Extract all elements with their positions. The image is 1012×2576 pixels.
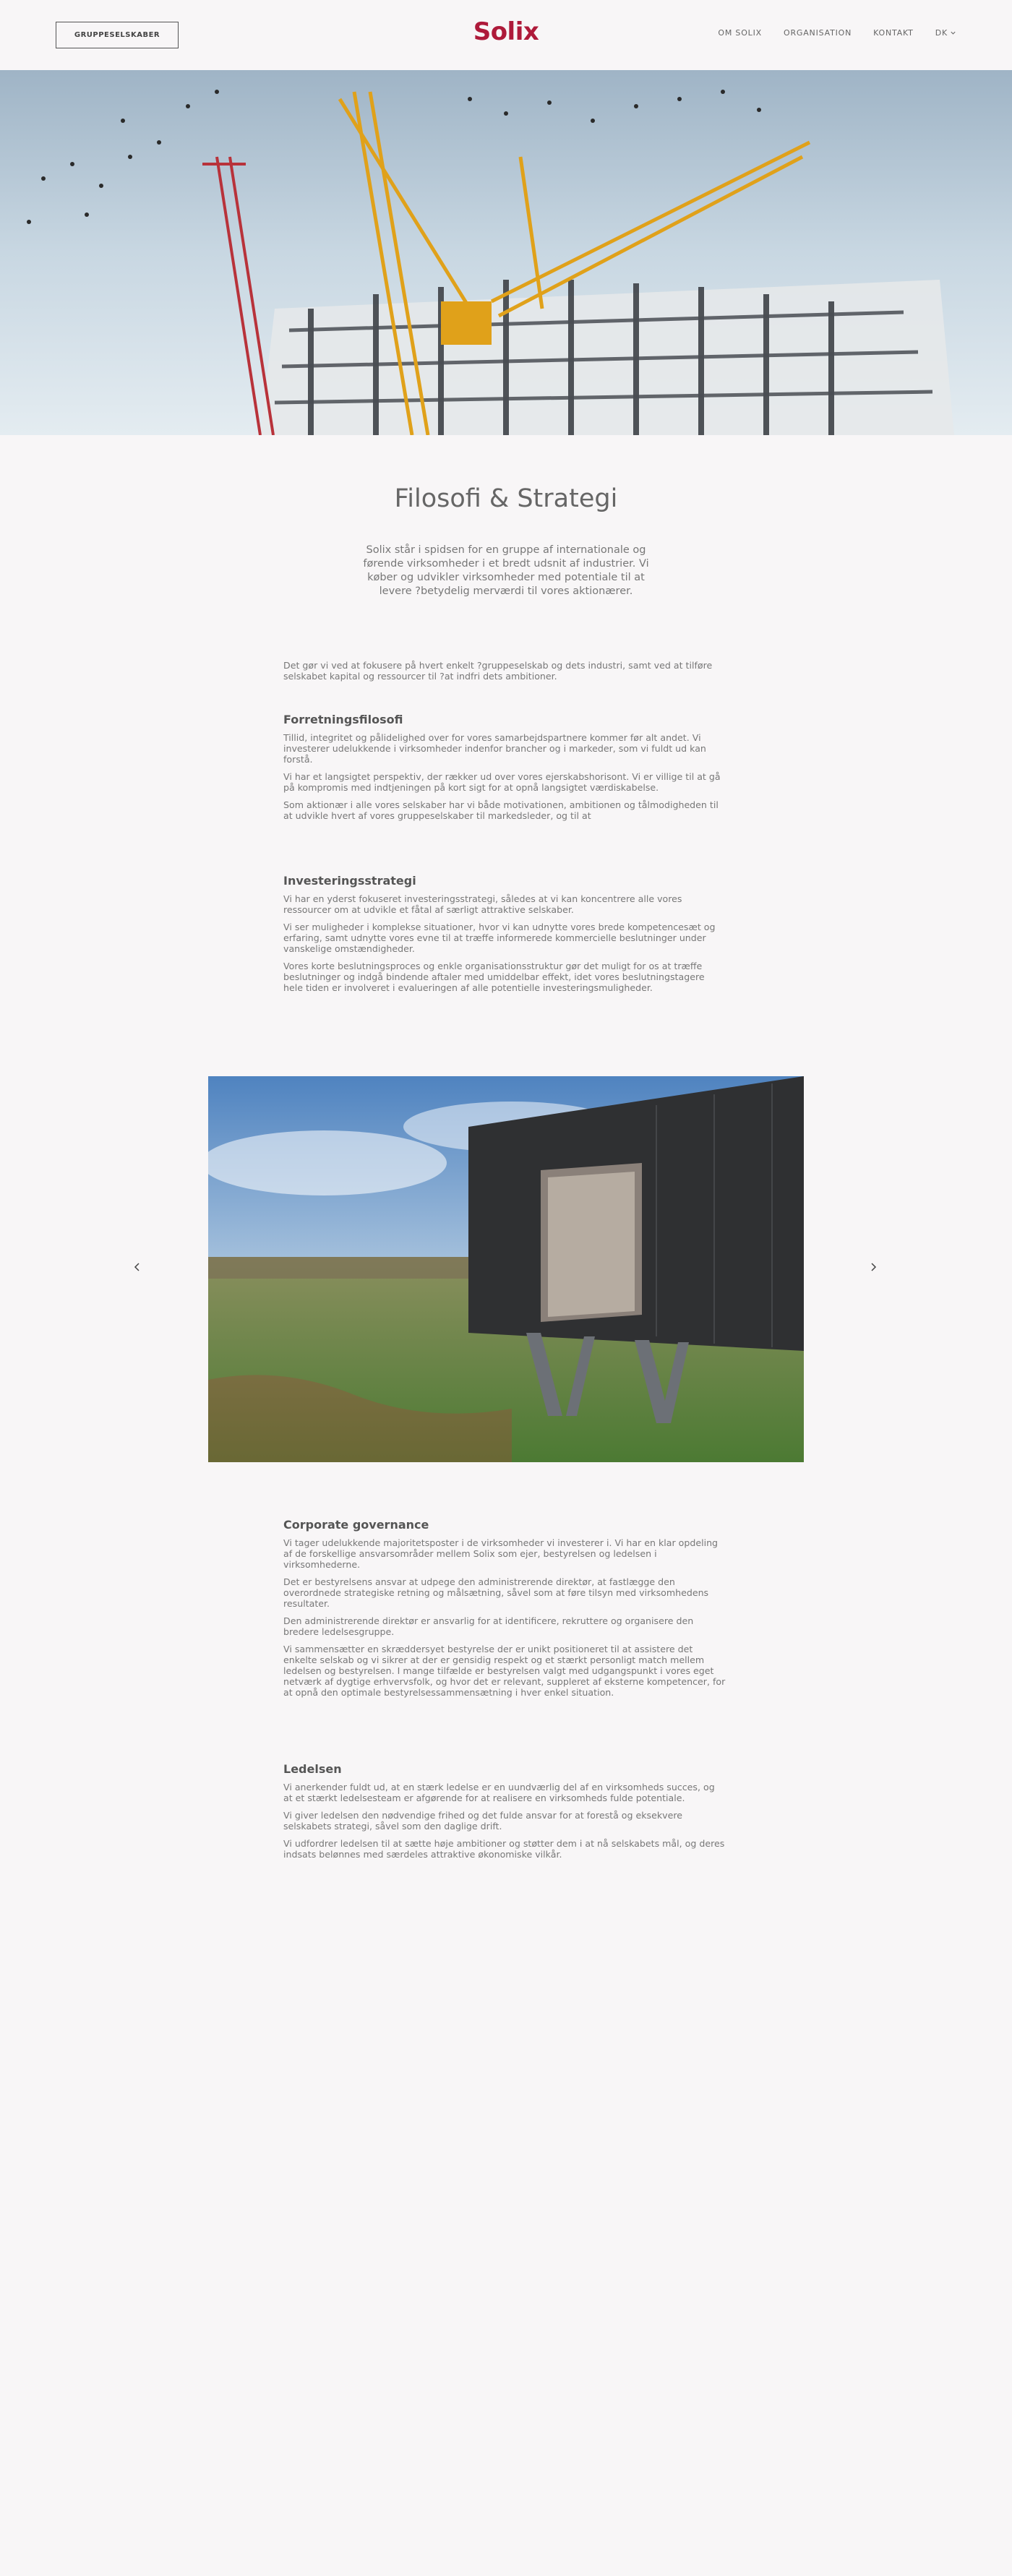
- carousel-next-button[interactable]: [865, 1258, 882, 1276]
- section-corporate-governance: Corporate governance Vi tager udelukkend…: [283, 1518, 726, 1704]
- main-nav: OM SOLIX ORGANISATION KONTAKT DK: [718, 28, 956, 38]
- paragraph: Som aktionær i alle vores selskaber har …: [283, 799, 719, 821]
- page-title: Filosofi & Strategi: [394, 484, 618, 513]
- section-heading: Forretningsfilosofi: [283, 713, 403, 726]
- paragraph: Vi har et langsigtet perspektiv, der ræk…: [283, 771, 721, 793]
- paragraph: Den administrerende direktør er ansvarli…: [283, 1615, 694, 1637]
- paragraph: Vi giver ledelsen den nødvendige frihed …: [283, 1810, 683, 1832]
- paragraph: Vi tager udelukkende majoritetsposter i …: [283, 1537, 719, 1570]
- chevron-left-icon: [134, 1263, 140, 1271]
- intro-paragraph: Det gør vi ved at fokusere på hvert enke…: [283, 660, 713, 682]
- hero-image: [0, 70, 1012, 435]
- page-lead: Solix står i spidsen for en gruppe af in…: [363, 544, 649, 597]
- group-companies-button[interactable]: GRUPPESELSKABER: [56, 22, 179, 48]
- nav-item-organisation[interactable]: ORGANISATION: [784, 28, 852, 38]
- nav-item-about[interactable]: OM SOLIX: [718, 28, 762, 38]
- paragraph: Vi sammensætter en skræddersyet bestyrel…: [283, 1644, 726, 1698]
- paragraph: Vi anerkender fuldt ud, at en stærk lede…: [283, 1782, 715, 1803]
- language-selector[interactable]: DK: [935, 28, 956, 38]
- paragraph: Vi har en yderst fokuseret investeringss…: [283, 893, 682, 915]
- intro-block: Det gør vi ved at fokusere på hvert enke…: [283, 660, 726, 688]
- paragraph: Vi udfordrer ledelsen til at sætte høje …: [283, 1838, 725, 1860]
- paragraph: Vores korte beslutningsproces og enkle o…: [283, 961, 705, 993]
- section-business-philosophy: Forretningsfilosofi Tillid, integritet o…: [283, 713, 726, 828]
- section-heading: Corporate governance: [283, 1518, 429, 1532]
- paragraph: Tillid, integritet og pålidelighed over …: [283, 732, 706, 765]
- section-heading: Investeringsstrategi: [283, 874, 416, 888]
- logo[interactable]: Solix: [473, 17, 539, 46]
- carousel-image: [208, 1076, 804, 1462]
- chevron-right-icon: [871, 1263, 877, 1271]
- section-heading: Ledelsen: [283, 1762, 342, 1776]
- carousel-prev-button[interactable]: [129, 1258, 146, 1276]
- site-header: GRUPPESELSKABER Solix OM SOLIX ORGANISAT…: [0, 0, 1012, 70]
- nav-item-contact[interactable]: KONTAKT: [873, 28, 914, 38]
- section-investment-strategy: Investeringsstrategi Vi har en yderst fo…: [283, 874, 726, 1000]
- paragraph: Det er bestyrelsens ansvar at udpege den…: [283, 1576, 709, 1609]
- section-management: Ledelsen Vi anerkender fuldt ud, at en s…: [283, 1762, 726, 1866]
- chevron-down-icon: [951, 31, 956, 35]
- paragraph: Vi ser muligheder i komplekse situatione…: [283, 922, 716, 954]
- language-label: DK: [935, 28, 948, 38]
